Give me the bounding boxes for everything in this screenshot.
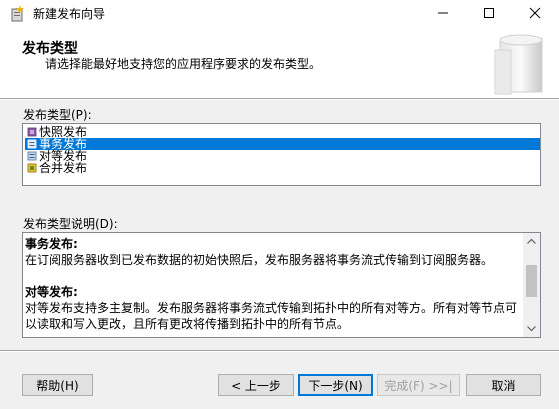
description-heading: 对等发布: [25,285,78,299]
page-subtitle: 请选择能最好地支持您的应用程序要求的发布类型。 [45,57,322,71]
scrollbar-thumb[interactable] [526,265,537,297]
description-scrollbar[interactable] [523,233,540,337]
description-paragraph: 对等发布支持多主复制。发布服务器将事务流式传输到拓扑中的所有对等方。所有对等节点… [25,301,518,331]
description-paragraph: 在订阅服务器收到已发布数据的初始快照后，发布服务器将事务流式传输到订阅服务器。 [25,253,494,267]
window-title: 新建发布向导 [33,7,106,21]
transactional-publication-icon [27,139,37,149]
list-item-label: 合并发布 [39,161,88,175]
previous-button[interactable]: < 上一步 [218,374,294,396]
title-bar: 新建发布向导 [0,0,559,26]
maximize-icon [484,8,494,18]
wizard-banner-image [494,34,543,95]
minimize-button[interactable] [420,0,466,26]
list-item-transactional[interactable]: 事务发布 [25,138,540,150]
publication-type-label: 发布类型(P): [23,108,92,122]
finish-button[interactable]: 完成(F) >>| [377,374,460,396]
publication-type-listbox[interactable]: 快照发布 事务发布 对等发布 合并发布 [22,123,541,186]
list-item-peer-to-peer[interactable]: 对等发布 [25,150,540,162]
cancel-button[interactable]: 取消 [466,374,541,396]
list-item-merge[interactable]: 合并发布 [25,162,540,174]
publication-description-box[interactable]: 事务发布: 在订阅服务器收到已发布数据的初始快照后，发布服务器将事务流式传输到订… [22,232,541,338]
description-text: 事务发布: 在订阅服务器收到已发布数据的初始快照后，发布服务器将事务流式传输到订… [25,236,520,332]
scroll-down-icon[interactable] [523,320,540,337]
description-heading: 事务发布: [25,237,78,251]
wizard-header: 发布类型 请选择能最好地支持您的应用程序要求的发布类型。 [0,26,559,98]
close-button[interactable] [512,0,558,26]
list-item-snapshot[interactable]: 快照发布 [25,126,540,138]
peer-to-peer-publication-icon [27,151,37,161]
help-button[interactable]: 帮助(H) [22,374,93,396]
close-icon [529,7,541,19]
description-spacer [25,268,520,284]
minimize-icon [438,12,448,14]
header-divider-highlight [0,99,559,100]
wizard-app-icon [11,5,24,22]
snapshot-publication-icon [27,127,37,137]
scroll-up-icon[interactable] [523,233,540,250]
publication-description-label: 发布类型说明(D): [23,217,118,231]
next-button[interactable]: 下一步(N) [298,374,373,396]
merge-publication-icon [27,163,37,173]
maximize-button[interactable] [466,0,512,26]
footer-divider-highlight [0,351,559,352]
